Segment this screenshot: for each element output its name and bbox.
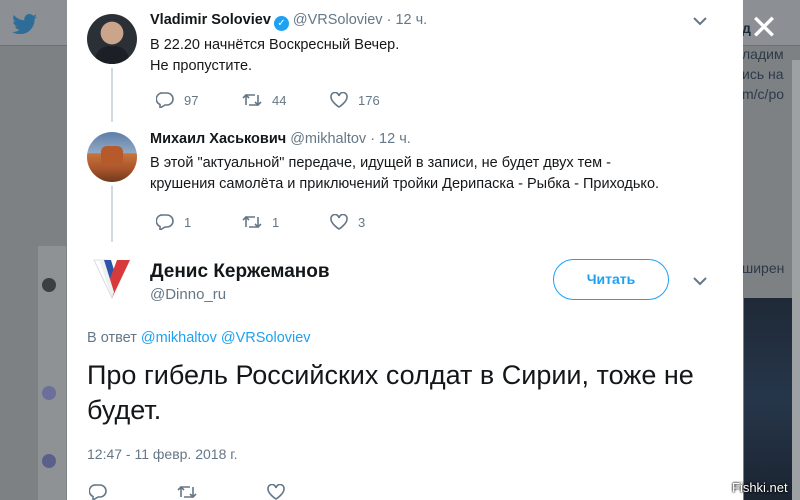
mention-link[interactable]: @mikhaltov [141,330,217,346]
retweet-button[interactable]: 44 [242,92,330,108]
like-button[interactable] [267,484,295,500]
background-right-text: m/c/ро [742,86,785,102]
close-icon[interactable]: ✕ [748,11,780,45]
mention-link[interactable]: @VRSoloviev [221,330,311,346]
avatar[interactable] [87,254,137,304]
tweet-timestamp[interactable]: 12:47 - 11 февр. 2018 г. [87,446,238,462]
background-avatar [42,386,56,400]
like-count: 3 [358,214,366,230]
main-tweet-text: Про гибель Российских солдат в Сирии, то… [87,360,694,425]
retweet-button[interactable] [177,484,267,500]
background-scrollbar[interactable] [792,60,800,500]
tweet-text-line: крушения самолёта и приключений тройки Д… [150,176,660,192]
chevron-down-icon[interactable] [693,276,707,286]
like-button[interactable]: 176 [330,92,388,108]
background-image [744,298,796,500]
retweet-button[interactable]: 1 [242,214,330,230]
tweet-actions [89,484,295,500]
tweet-time[interactable]: · 12 ч. [387,12,428,28]
retweet-icon [177,485,197,499]
avatar[interactable] [87,132,137,182]
verified-badge-icon: ✓ [273,16,289,31]
tweet-text-line: Не пропустите. [150,58,253,74]
chevron-down-icon[interactable] [693,16,707,26]
author-name[interactable]: Vladimir Soloviev [150,12,271,28]
tweet-text: В этой "актуальной" передаче, идущей в з… [150,153,659,195]
avatar[interactable] [87,14,137,64]
reply-button[interactable]: 97 [156,92,242,108]
background-right-text: ись на [742,66,784,82]
tweet-time[interactable]: · 12 ч. [370,131,411,147]
reply-prefix: В ответ [87,330,137,346]
reply-count: 97 [184,92,199,108]
like-button[interactable]: 3 [330,214,388,230]
retweet-icon [242,93,262,107]
background-avatar [42,454,56,468]
reply-icon [156,214,174,230]
reply-context: В ответ @mikhaltov @VRSoloviev [87,330,311,346]
retweet-icon [242,215,262,229]
thread-line [111,186,113,242]
tweet-text-line: В 22.20 начнётся Воскресный Вечер. [150,37,400,53]
watermark: Fishki.net [732,480,788,495]
tweet-actions: 1 1 3 [156,214,388,230]
author-handle[interactable]: @mikhaltov [290,131,366,147]
like-icon [330,92,348,108]
twitter-bird-icon [12,14,38,34]
background-left-column [38,246,66,500]
reply-icon [156,92,174,108]
tweet-modal: Vladimir Soloviev ✓ @VRSoloviev · 12 ч. В … [67,0,743,500]
tweet-header: Vladimir Soloviev ✓ @VRSoloviev · 12 ч. [150,12,427,31]
thread-line [111,68,113,122]
author-name[interactable]: Михаил Хаськович [150,131,286,147]
ribbon-logo-icon [93,259,130,300]
tweet-header: Михаил Хаськович @mikhaltov · 12 ч. [150,131,411,147]
retweet-count: 44 [272,92,287,108]
like-icon [330,214,348,230]
tweet-text: В 22.20 начнётся Воскресный Вечер. Не пр… [150,35,399,77]
retweet-count: 1 [272,214,280,230]
reply-button[interactable]: 1 [156,214,242,230]
tweet-actions: 97 44 176 [156,92,388,108]
like-icon [267,484,285,500]
follow-button[interactable]: Читать [553,259,669,300]
background-avatar [42,278,56,292]
tweet-text-line: В этой "актуальной" передаче, идущей в з… [150,155,611,171]
background-right-text: ширен [742,260,785,276]
background-right-text: ладим [742,46,784,62]
author-handle[interactable]: @Dinno_ru [150,286,226,303]
reply-count: 1 [184,214,192,230]
author-handle[interactable]: @VRSoloviev [293,12,383,28]
like-count: 176 [358,92,380,108]
reply-icon [89,484,107,500]
reply-button[interactable] [89,484,177,500]
author-name[interactable]: Денис Кержеманов [150,261,330,283]
